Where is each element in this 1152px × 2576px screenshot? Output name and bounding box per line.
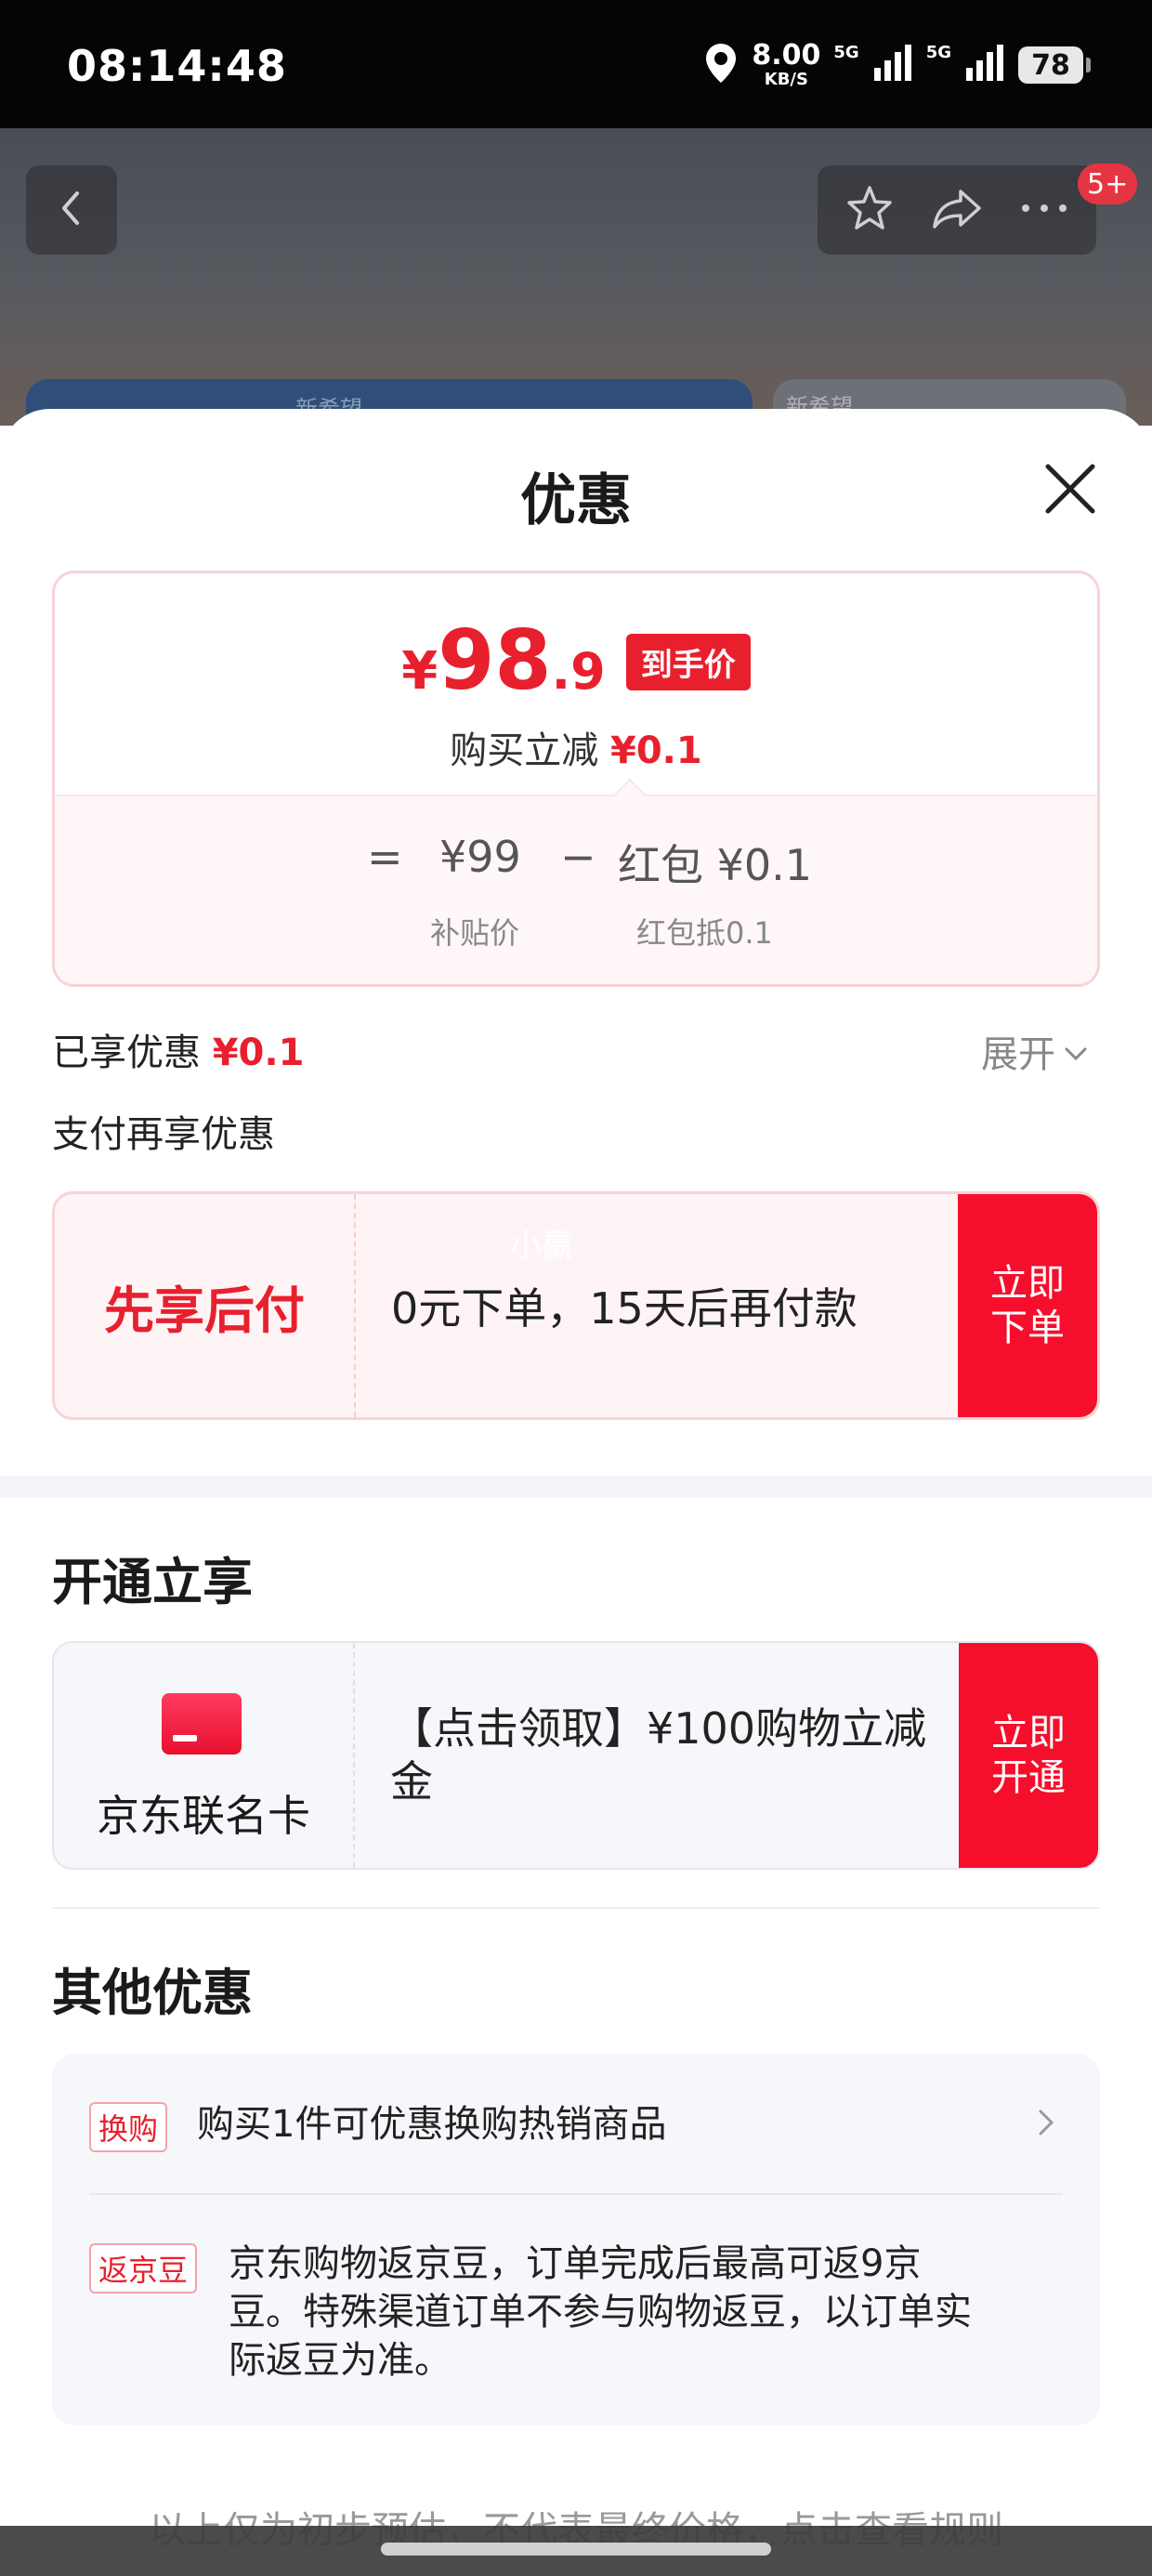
- card-offer-desc: 【点击领取】¥100购物立减金: [390, 1702, 927, 1807]
- pay-later-label: 先享后付: [104, 1281, 305, 1340]
- chevron-right-icon: [1037, 2108, 1055, 2141]
- base-price-label: 补贴价: [430, 915, 520, 951]
- discount-label: 红包抵0.1: [636, 915, 773, 951]
- watermark-text: 小赢: [510, 1228, 573, 1265]
- signal-icon: [872, 44, 913, 86]
- share-icon[interactable]: [929, 182, 985, 238]
- price-calculation: = ¥99 − 红包 ¥0.1 补贴价 红包抵0.1: [55, 795, 1097, 984]
- enjoyed-discount: 已享优惠 ¥0.1: [52, 1032, 305, 1074]
- other-offers-list: 换购 购买1件可优惠换购热销商品 返京豆 京东购物返京豆，订单完成后最高可返9京…: [52, 2054, 1100, 2425]
- network-type-2: 5G: [925, 43, 951, 62]
- offer-text: 京东购物返京豆，订单完成后最高可返9京豆。特殊渠道订单不参与购物返豆，以订单实际…: [229, 2242, 972, 2382]
- equals-sign: =: [367, 832, 403, 882]
- location-icon: [703, 42, 739, 88]
- instant-discount: 购买立减 ¥0.1: [450, 729, 702, 772]
- expand-toggle[interactable]: 展开: [981, 1024, 1089, 1078]
- top-nav-actions: [818, 165, 1096, 255]
- order-now-button[interactable]: 立即下单: [958, 1194, 1097, 1417]
- status-bar: 08:14:48 8.00 KB/S 5G 5G 78: [0, 0, 1152, 128]
- back-button[interactable]: [26, 165, 117, 255]
- status-time: 08:14:48: [67, 41, 287, 91]
- signal-icon-2: [964, 44, 1005, 86]
- offer-tag: 换购: [89, 2102, 168, 2152]
- pay-section-title: 支付再享优惠: [52, 1113, 275, 1156]
- battery-indicator: 78: [1018, 46, 1091, 84]
- red-packet-discount: 红包 ¥0.1: [618, 840, 813, 890]
- base-price: ¥99: [439, 832, 521, 882]
- message-badge: 5+: [1078, 164, 1138, 204]
- credit-card-icon: [162, 1693, 242, 1755]
- co-branded-card[interactable]: 京东联名卡 【点击领取】¥100购物立减金 立即开通: [52, 1641, 1100, 1870]
- final-price: ¥ 98 .9: [401, 612, 606, 708]
- minus-sign: −: [560, 832, 596, 882]
- sheet-title: 优惠: [520, 468, 632, 533]
- final-price-section: ¥ 98 .9 到手价 购买立减 ¥0.1: [55, 573, 1097, 795]
- discount-sheet: 优惠 ¥ 98 .9 到手价 购买立减 ¥0.1 = ¥99 − 红包 ¥0.1…: [0, 409, 1152, 2576]
- more-icon[interactable]: [1018, 199, 1070, 221]
- offer-text: 购买1件可优惠换购热销商品: [197, 2103, 667, 2146]
- pay-later-desc: 0元下单，15天后再付款: [391, 1283, 857, 1334]
- open-now-button[interactable]: 立即开通: [959, 1643, 1098, 1868]
- background-product-page: 5+ 新希望 新希望: [0, 128, 1152, 491]
- price-breakdown-card: ¥ 98 .9 到手价 购买立减 ¥0.1 = ¥99 − 红包 ¥0.1 补贴…: [52, 571, 1100, 987]
- final-price-tag: 到手价: [625, 634, 751, 690]
- home-indicator[interactable]: [381, 2543, 771, 2556]
- card-name: 京东联名卡: [97, 1791, 310, 1841]
- other-section-title: 其他优惠: [52, 1964, 253, 2022]
- status-icons: 8.00 KB/S 5G 5G 78: [703, 39, 1091, 91]
- pay-later-card[interactable]: 先享后付 0元下单，15天后再付款 小赢 立即下单: [52, 1191, 1100, 1420]
- section-divider: [0, 1476, 1152, 1498]
- open-section-title: 开通立享: [52, 1553, 253, 1611]
- network-speed: 8.00 KB/S: [752, 39, 821, 89]
- chevron-down-icon: [1063, 1030, 1089, 1072]
- star-icon[interactable]: [844, 182, 896, 238]
- home-indicator-bar: [0, 2526, 1152, 2576]
- close-button[interactable]: [1037, 455, 1104, 522]
- close-icon: [1037, 464, 1104, 526]
- offer-tag: 返京豆: [89, 2243, 198, 2293]
- network-type-1: 5G: [833, 43, 859, 62]
- chevron-left-icon: [53, 188, 90, 232]
